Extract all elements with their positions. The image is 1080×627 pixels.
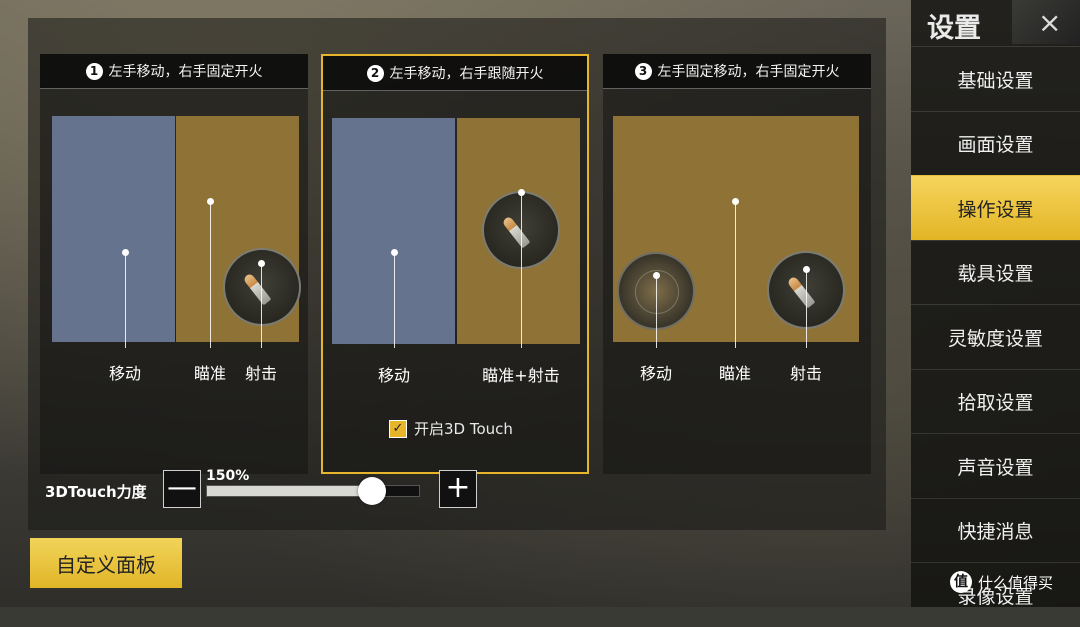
decrease-button[interactable]: — (163, 470, 201, 508)
move-dot (653, 272, 660, 279)
sidebar-item[interactable]: 载具设置 (911, 239, 1080, 305)
move-pointer-line (656, 275, 657, 348)
bullet-icon (786, 275, 816, 309)
mode-number-badge: 1 (85, 62, 103, 80)
move-label: 移动 (377, 366, 411, 385)
move-dot (122, 249, 129, 256)
3d-touch-toggle[interactable]: ✓ 开启3D Touch (389, 418, 513, 439)
sidebar-item[interactable]: 快捷消息 (911, 497, 1080, 563)
settings-sidebar: 设置 基础设置 画面设置 操作设置 载具设置 灵敏度设置 拾取设置 声音设置 快捷消息 录像设置 (911, 0, 1080, 608)
aim-fire-dot (518, 189, 525, 196)
fire-pointer-line (261, 263, 262, 348)
mode-header: 2 左手移动，右手跟随开火 (323, 56, 587, 91)
bullet-icon (242, 272, 272, 306)
sidebar-item[interactable]: 画面设置 (911, 110, 1080, 176)
slider-fill (207, 486, 373, 496)
aim-label: 瞄准 (193, 364, 227, 383)
move-pointer-line (394, 252, 395, 348)
close-button[interactable]: × (1012, 0, 1080, 44)
3d-touch-label: 开启3D Touch (414, 420, 513, 438)
aim-fire-pointer-line (521, 192, 522, 348)
aim-pointer-line (210, 201, 211, 348)
custom-panel-button[interactable]: 自定义面板 (30, 538, 182, 588)
mode-number-badge: 2 (366, 64, 384, 82)
watermark: 值 什么值得买 (950, 571, 1053, 593)
force-value: 150% (206, 468, 250, 484)
watermark-text: 什么值得买 (978, 573, 1054, 592)
controls-panel: 1 左手移动，右手固定开火 移动 瞄准 射击 2 左手移动，右手跟随开火 移动 … (28, 18, 886, 530)
sidebar-item[interactable]: 灵敏度设置 (911, 304, 1080, 369)
move-pointer-line (125, 252, 126, 348)
sidebar-item[interactable]: 操作设置 (911, 175, 1080, 240)
close-icon[interactable]: × (1038, 6, 1061, 39)
bullet-icon (501, 215, 531, 249)
sidebar-title: 设置 (927, 13, 981, 44)
fire-dot (258, 260, 265, 267)
aim-fire-label: 瞄准+射击 (482, 366, 560, 385)
mode-card-3[interactable]: 3 左手固定移动，右手固定开火 移动 瞄准 射击 (603, 54, 871, 474)
fire-pointer-line (806, 269, 807, 348)
sidebar-item[interactable]: 基础设置 (911, 46, 1080, 111)
mode-card-2[interactable]: 2 左手移动，右手跟随开火 移动 瞄准+射击 ✓ 开启3D Touch (321, 54, 589, 474)
mode-number-badge: 3 (634, 62, 652, 80)
mode-header: 3 左手固定移动，右手固定开火 (603, 54, 871, 89)
move-dot (391, 249, 398, 256)
fire-label: 射击 (244, 364, 278, 383)
mode-title: 左手移动，右手跟随开火 (389, 66, 544, 82)
fire-label: 射击 (789, 364, 823, 383)
move-zone (52, 116, 175, 342)
move-label: 移动 (108, 364, 142, 383)
aim-dot (207, 198, 214, 205)
aim-pointer-line (735, 201, 736, 348)
force-label: 3DTouch力度 (45, 483, 147, 501)
increase-button[interactable]: + (439, 470, 477, 508)
fire-dot (803, 266, 810, 273)
sidebar-item[interactable]: 拾取设置 (911, 368, 1080, 434)
watermark-logo: 值 (950, 571, 972, 593)
mode-header: 1 左手移动，右手固定开火 (40, 54, 308, 89)
mode-title: 左手固定移动，右手固定开火 (657, 64, 840, 80)
mode-card-1[interactable]: 1 左手移动，右手固定开火 移动 瞄准 射击 (40, 54, 308, 474)
mode-title: 左手移动，右手固定开火 (108, 64, 263, 80)
move-label: 移动 (639, 364, 673, 383)
aim-label: 瞄准 (718, 364, 752, 383)
sidebar-item[interactable]: 声音设置 (911, 433, 1080, 498)
force-slider[interactable] (206, 477, 420, 505)
checkbox-checked-icon[interactable]: ✓ (389, 419, 407, 438)
aim-dot (732, 198, 739, 205)
